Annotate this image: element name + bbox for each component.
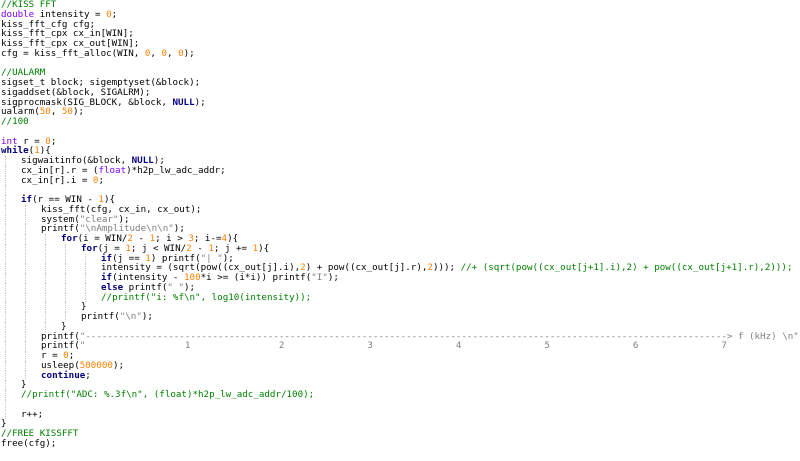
code-token-keyword: continue [41, 369, 86, 381]
code-line: //KISS FFT [1, 0, 800, 10]
code-editor[interactable]: //KISS FFT double intensity = 0; kiss_fft_… [0, 0, 800, 461]
code-line: usleep(500000); [1, 359, 800, 371]
code-token-text: cfg = kiss_fft_alloc(WIN, [1, 47, 145, 59]
code-token-text: , [50, 106, 62, 118]
code-token-string: "\n" [119, 311, 142, 322]
code-line: cx_in[r].i = 0; [1, 174, 800, 186]
code-token-text: ); [194, 96, 206, 108]
code-token-text: , [167, 47, 179, 59]
code-token-text: ; [50, 135, 57, 147]
code-line-content: //100 [1, 116, 29, 127]
code-token-text: ); [327, 272, 339, 283]
code-line: //printf("i: %f\n", log10(intensity)); [1, 291, 800, 303]
code-text-area[interactable]: //KISS FFT double intensity = 0; kiss_fft_… [1, 0, 800, 449]
code-token-string: "I" [311, 272, 328, 283]
code-line: } [1, 419, 800, 429]
code-line: //printf("ADC: %.3f\n", (float)*h2p_lw_a… [1, 390, 800, 400]
code-token-text: free(cfg); [1, 437, 57, 449]
code-token-text: cx_in[r].i = [21, 174, 93, 186]
code-token-text: *i >= (i*i)) printf( [200, 272, 312, 283]
code-token-text: ; [111, 8, 118, 20]
code-line-content: cfg = kiss_fft_alloc(WIN, 0, 0, 0); [1, 48, 195, 59]
code-token-number: 50 [39, 106, 51, 118]
code-line-content: r++; [1, 409, 43, 420]
code-line: printf("\n"); [1, 312, 800, 322]
code-token-keyword: NULL [172, 96, 195, 108]
code-line-content: //printf("ADC: %.3f\n", (float)*h2p_lw_a… [1, 389, 314, 400]
code-line: sigprocmask(SIG_BLOCK, &block, NULL); [1, 96, 800, 108]
code-line: ualarm(50, 50); [1, 107, 800, 117]
code-line: double intensity = 0; [1, 8, 800, 20]
code-token-string: " 1 2 3 4 5 6 7 8 9\n" [79, 340, 727, 352]
code-token-text: r++; [21, 408, 44, 420]
code-line: printf(" 1 2 3 4 5 6 7 8 9\n"); [1, 341, 800, 351]
code-line: continue; [1, 369, 800, 381]
code-token-text: ); [183, 47, 195, 59]
code-line: int r = 0; [1, 135, 800, 147]
code-token-comment: //printf("i: %f\n", log10(intensity)); [101, 291, 312, 303]
code-token-comment: //+ (sqrt(pow((cx_out[j+1].i),2) + pow((… [460, 262, 793, 274]
code-token-text: printf( [81, 311, 120, 322]
code-token-text: ){ [258, 242, 270, 254]
code-line-content: printf(" 1 2 3 4 5 6 7 8 9\n"); [1, 340, 800, 351]
code-line: free(cfg); [1, 438, 800, 449]
code-line: //100 [1, 117, 800, 127]
code-token-comment: //100 [1, 116, 29, 127]
code-line [1, 185, 800, 195]
code-line: cx_in[r].r = (float)*h2p_lw_adc_addr; [1, 164, 800, 176]
code-token-text: , [150, 47, 162, 59]
code-token-text: ))); [432, 262, 461, 274]
code-line: cfg = kiss_fft_alloc(WIN, 0, 0, 0); [1, 48, 800, 59]
code-token-text: ; [85, 369, 91, 381]
code-token-text: )*h2p_lw_adc_addr; [126, 164, 226, 176]
code-token-comment: //printf("ADC: %.3f\n", (float)*h2p_lw_a… [21, 389, 315, 400]
code-line-content: free(cfg); [1, 438, 56, 449]
code-line: //FREE KISSFFT [1, 429, 800, 439]
code-token-text: ); [141, 311, 153, 322]
code-line [1, 399, 800, 410]
code-token-text: ); [112, 359, 125, 371]
code-line: r++; [1, 409, 800, 420]
code-token-number: 50 [61, 106, 73, 118]
code-token-text: ); [72, 106, 85, 118]
code-token-text: ; [98, 174, 105, 186]
